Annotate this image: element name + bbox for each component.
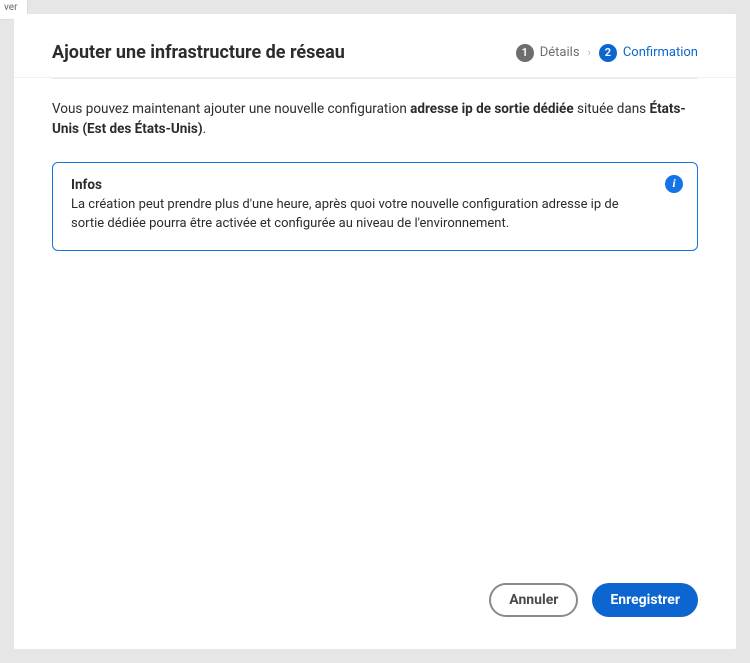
step-confirmation[interactable]: 2 Confirmation xyxy=(599,44,698,62)
wizard-stepper: 1 Détails › 2 Confirmation xyxy=(516,44,698,62)
step-details[interactable]: 1 Détails xyxy=(516,44,580,62)
info-alert-text: La création peut prendre plus d'une heur… xyxy=(71,195,649,234)
modal-header: Ajouter une infrastructure de réseau 1 D… xyxy=(14,14,736,78)
modal-footer: Annuler Enregistrer xyxy=(14,565,736,649)
summary-text: Vous pouvez maintenant ajouter une nouve… xyxy=(52,99,698,140)
modal-body: Vous pouvez maintenant ajouter une nouve… xyxy=(14,79,736,565)
save-button[interactable]: Enregistrer xyxy=(592,583,698,617)
modal-dialog: Ajouter une infrastructure de réseau 1 D… xyxy=(14,14,736,649)
step-badge-2: 2 xyxy=(599,44,617,62)
config-type: adresse ip de sortie dédiée xyxy=(410,101,573,117)
chevron-right-icon: › xyxy=(588,46,591,59)
step-label-1: Détails xyxy=(540,45,580,60)
cancel-button[interactable]: Annuler xyxy=(489,583,578,617)
modal-title: Ajouter une infrastructure de réseau xyxy=(52,42,345,63)
step-badge-1: 1 xyxy=(516,44,534,62)
info-alert-title: Infos xyxy=(71,177,649,193)
info-alert: Infos La création peut prendre plus d'un… xyxy=(52,162,698,251)
info-icon: i xyxy=(665,175,683,193)
step-label-2: Confirmation xyxy=(623,45,698,60)
